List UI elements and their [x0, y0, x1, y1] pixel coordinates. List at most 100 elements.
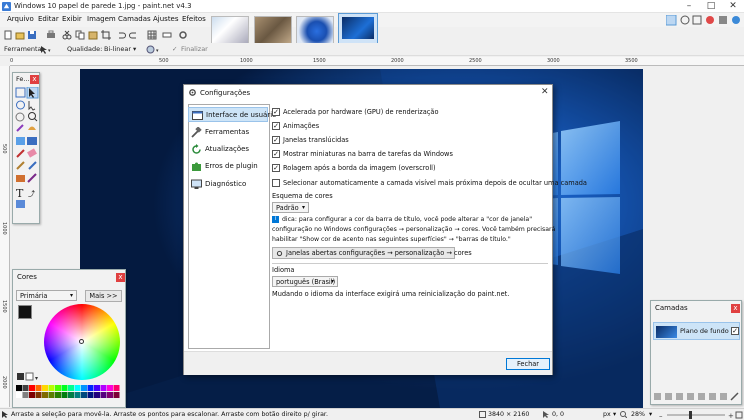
menu-imagem[interactable]: Imagem [87, 15, 116, 23]
settings-gear-icon[interactable] [178, 30, 188, 40]
palette-swatch[interactable] [74, 385, 81, 391]
paste-icon[interactable] [88, 30, 98, 40]
nav-diagnostics[interactable]: Diagnóstico [188, 177, 268, 192]
close-window-button[interactable]: ✕ [722, 0, 744, 13]
palette-swatch[interactable] [48, 392, 55, 398]
menu-ajustes[interactable]: Ajustes [153, 15, 179, 23]
monitor-icon [191, 179, 202, 189]
colors-panel-close-icon[interactable]: x [116, 273, 125, 282]
quality-select[interactable]: Bi-linear [104, 45, 131, 53]
antialias-icon[interactable]: ▾ [146, 45, 161, 54]
layer-row[interactable]: Plano de fundo ✓ [653, 322, 740, 340]
redo-icon[interactable] [129, 30, 139, 40]
layers-panel-close-icon[interactable]: x [731, 304, 740, 313]
primary-color-swatch[interactable] [18, 305, 32, 319]
menu-exibir[interactable]: Exibir [62, 15, 82, 23]
finalize-button[interactable]: Finalizar [181, 45, 208, 53]
palette-swatch[interactable] [94, 392, 100, 398]
image-tab-2[interactable] [254, 16, 292, 44]
color-palette[interactable] [16, 385, 122, 405]
palette-swatch[interactable] [29, 392, 35, 398]
cursor-position-icon [543, 411, 549, 418]
palette-swatch[interactable] [68, 392, 74, 398]
undo-icon[interactable] [116, 30, 126, 40]
nav-tools[interactable]: Ferramentas [188, 125, 268, 140]
new-image-icon[interactable] [3, 30, 13, 40]
palette-swatch[interactable] [94, 385, 100, 391]
palette-swatch[interactable] [55, 385, 61, 391]
finalize-check-icon[interactable]: ✓ [172, 45, 177, 53]
zoom-level[interactable]: 28% [631, 411, 645, 418]
palette-swatch[interactable] [107, 392, 113, 398]
more-colors-button[interactable]: Mais >> [85, 290, 122, 302]
palette-swatch[interactable] [87, 385, 94, 391]
language-select[interactable]: português (Brasil) ▾ [272, 276, 338, 287]
option-thumbnails-checkbox[interactable]: ✓ [272, 150, 280, 158]
palette-swatch[interactable] [81, 392, 87, 398]
zoom-chevron-icon[interactable]: ▾ [649, 411, 652, 418]
title-bar: Windows 10 papel de parede 1.jpg - paint… [0, 0, 744, 13]
palette-swatch[interactable] [113, 385, 120, 391]
palette-swatch[interactable] [42, 392, 48, 398]
palette-swatch[interactable] [61, 385, 68, 391]
unit-chevron-icon[interactable]: ▾ [613, 411, 616, 418]
menu-camadas[interactable]: Camadas [118, 15, 151, 23]
menu-efeitos[interactable]: Efeitos [182, 15, 206, 23]
grid-icon[interactable] [147, 30, 157, 40]
option-overscroll-checkbox[interactable]: ✓ [272, 164, 280, 172]
palette-swatch[interactable] [55, 392, 61, 398]
quality-chevron-icon[interactable]: ▾ [133, 45, 136, 53]
option-auto-select-layer-checkbox[interactable] [272, 179, 280, 187]
image-tab-1[interactable] [211, 16, 249, 44]
palette-swatch[interactable] [81, 385, 87, 391]
cut-icon[interactable] [62, 30, 72, 40]
primary-color-select[interactable]: Primária ▾ [16, 290, 77, 301]
open-icon[interactable] [15, 30, 25, 40]
nav-interface[interactable]: Interface de usuário [188, 107, 276, 122]
option-gpu-checkbox[interactable]: ✓ [272, 108, 280, 116]
palette-swatch[interactable] [35, 385, 42, 391]
palette-swatch[interactable] [107, 385, 113, 391]
palette-swatch[interactable] [61, 392, 68, 398]
crop-icon[interactable] [101, 30, 111, 40]
ruler-icon[interactable] [162, 30, 172, 40]
menu-arquivo[interactable]: Arquivo [7, 15, 34, 23]
print-icon[interactable] [46, 30, 56, 40]
palette-swatch[interactable] [16, 392, 22, 398]
option-animations-checkbox[interactable]: ✓ [272, 122, 280, 130]
dialog-close-icon[interactable]: ✕ [541, 87, 549, 97]
palette-swatch[interactable] [113, 392, 120, 398]
zoom-slider[interactable]: – + [659, 411, 744, 419]
copy-icon[interactable] [75, 30, 85, 40]
palette-swatch[interactable] [42, 385, 48, 391]
palette-swatch[interactable] [35, 392, 42, 398]
tools-panel-close-icon[interactable]: x [30, 75, 39, 84]
unit-select[interactable]: px [603, 411, 611, 418]
palette-swatch[interactable] [74, 392, 81, 398]
color-wheel[interactable] [44, 304, 120, 380]
palette-swatch[interactable] [100, 392, 107, 398]
nav-plugin-errors[interactable]: Erros de plugin [188, 159, 268, 174]
option-translucent-checkbox[interactable]: ✓ [272, 136, 280, 144]
palette-swatch[interactable] [16, 385, 22, 391]
menu-editar[interactable]: Editar [38, 15, 59, 23]
maximize-button[interactable]: □ [700, 0, 722, 13]
palette-swatch[interactable] [68, 385, 74, 391]
save-icon[interactable] [27, 30, 37, 40]
option-animations-label: Animações [283, 122, 320, 130]
layer-visibility-checkbox[interactable]: ✓ [731, 327, 739, 335]
minimize-button[interactable]: – [678, 0, 700, 13]
palette-swatch[interactable] [48, 385, 55, 391]
palette-swatch[interactable] [87, 392, 94, 398]
image-tab-active[interactable] [338, 13, 378, 44]
image-tab-3[interactable] [296, 16, 334, 44]
palette-swatch[interactable] [22, 385, 29, 391]
close-button[interactable]: Fechar [506, 358, 550, 370]
palette-swatch[interactable] [22, 392, 29, 398]
nav-updates[interactable]: Atualizações [188, 142, 268, 157]
open-windows-settings-button[interactable]: Janelas abertas configurações → personal… [272, 247, 472, 259]
move-selection-icon[interactable]: ▾ [40, 45, 54, 54]
palette-swatch[interactable] [100, 385, 107, 391]
palette-swatch[interactable] [29, 385, 35, 391]
color-scheme-select[interactable]: Padrão ▾ [272, 202, 309, 213]
